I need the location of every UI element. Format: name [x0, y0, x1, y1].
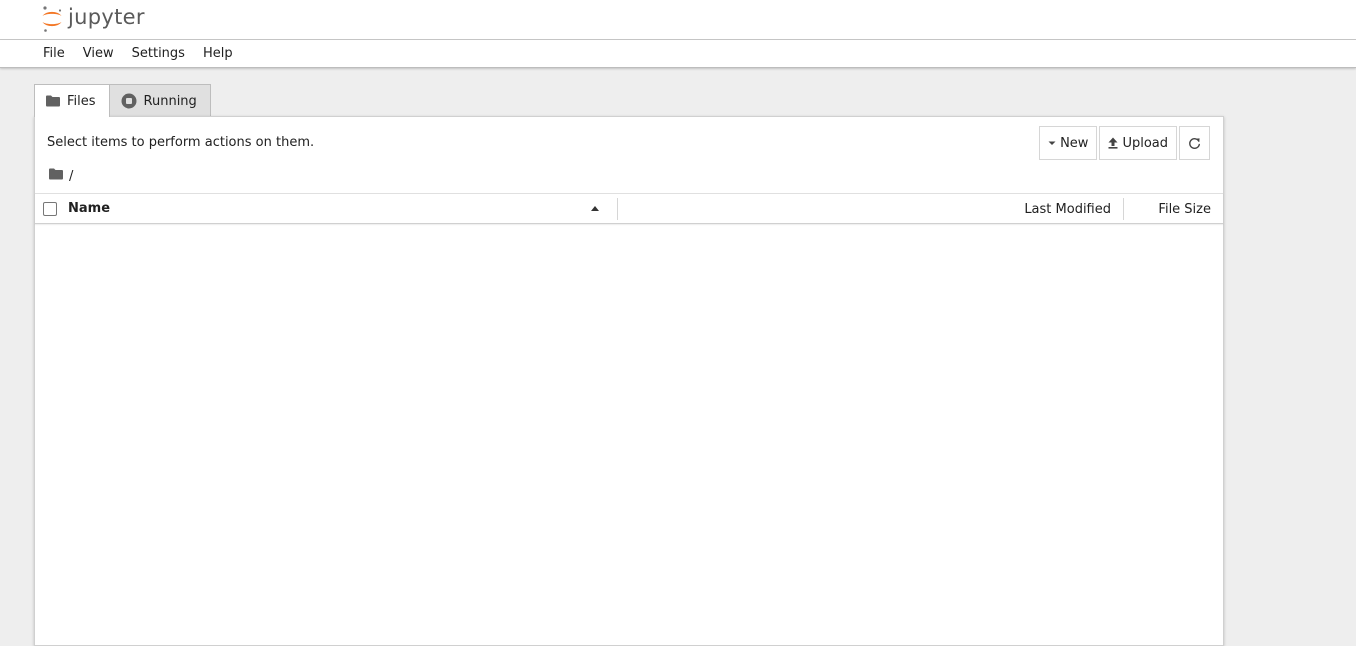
upload-button[interactable]: Upload [1099, 126, 1177, 160]
column-header-name[interactable]: Name [68, 201, 110, 216]
jupyter-logo-icon [42, 6, 62, 32]
toolbar-buttons: New Upload [1039, 126, 1210, 160]
upload-icon [1108, 137, 1118, 149]
breadcrumb: / [49, 168, 73, 184]
menu-view[interactable]: View [74, 40, 123, 68]
file-browser-panel: Select items to perform actions on them.… [34, 116, 1224, 646]
menu-settings[interactable]: Settings [123, 40, 194, 68]
menu-bar: File View Settings Help [0, 40, 1356, 68]
top-bar: jupyter [0, 0, 1356, 40]
selection-hint: Select items to perform actions on them. [47, 135, 315, 150]
sort-ascending-icon [591, 206, 599, 211]
column-header-file-size[interactable]: File Size [1158, 202, 1211, 217]
tab-files-label: Files [67, 93, 96, 109]
menu-file[interactable]: File [34, 40, 74, 68]
upload-button-label: Upload [1122, 135, 1168, 151]
tab-files[interactable]: Files [34, 84, 110, 117]
menu-help[interactable]: Help [194, 40, 242, 68]
caret-down-icon [1048, 140, 1056, 146]
column-header-last-modified[interactable]: Last Modified [1024, 202, 1111, 217]
new-button-label: New [1060, 135, 1089, 151]
column-divider[interactable] [617, 198, 618, 220]
breadcrumb-path[interactable]: / [69, 169, 73, 184]
jupyter-logo[interactable]: jupyter [40, 4, 145, 34]
logo-text: jupyter [68, 5, 145, 29]
tab-running-label: Running [143, 93, 197, 109]
new-button[interactable]: New [1039, 126, 1098, 160]
refresh-icon [1188, 137, 1201, 150]
stop-circle-icon [121, 93, 137, 109]
tab-running[interactable]: Running [109, 84, 211, 117]
file-list-header: Name Last Modified File Size [35, 193, 1223, 224]
select-all-checkbox[interactable] [43, 202, 57, 216]
tab-bar: Files Running [34, 84, 211, 117]
folder-icon[interactable] [49, 168, 63, 184]
refresh-button[interactable] [1179, 126, 1210, 160]
column-divider[interactable] [1123, 198, 1124, 220]
folder-icon [46, 95, 60, 107]
